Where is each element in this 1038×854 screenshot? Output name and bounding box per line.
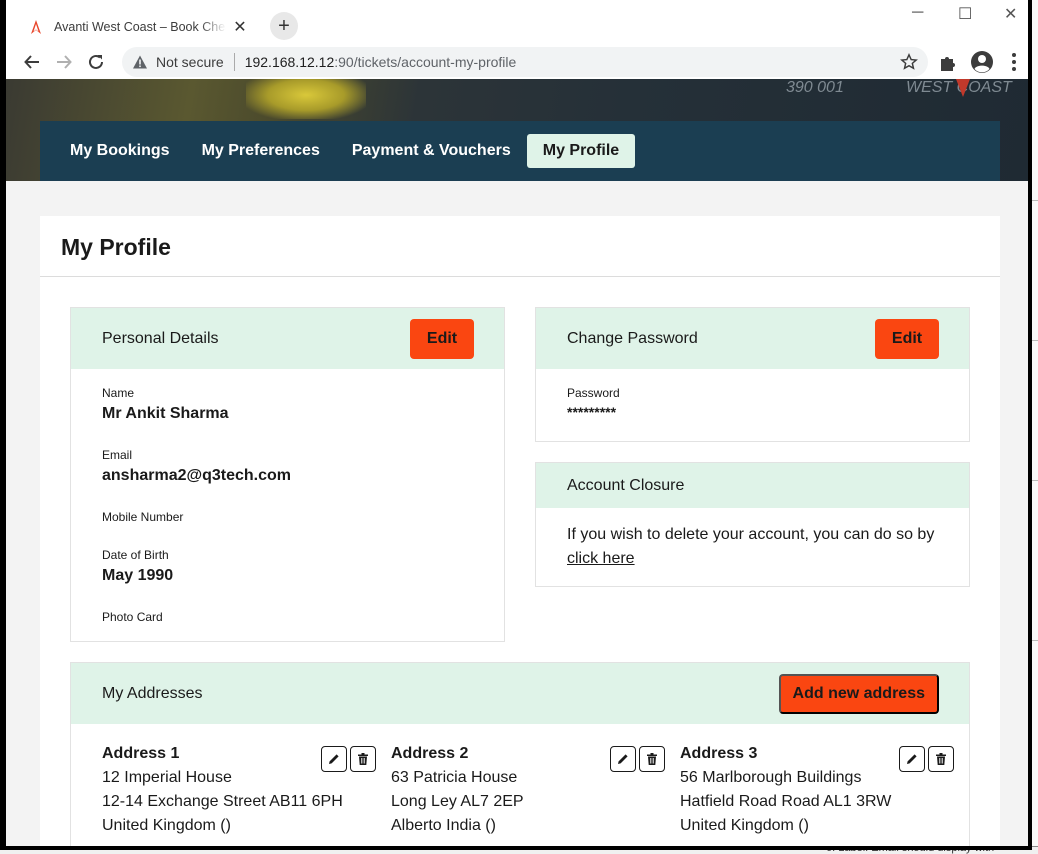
delete-address-1-button[interactable] bbox=[350, 746, 376, 772]
personal-details-card: Personal Details Edit Name Mr Ankit Shar… bbox=[70, 307, 505, 642]
personal-details-header: Personal Details Edit bbox=[71, 308, 504, 369]
tab-strip: Avanti West Coast – Book Cheap Train Tic… bbox=[6, 0, 1028, 45]
account-closure-body: If you wish to delete your account, you … bbox=[536, 508, 969, 588]
address-line-2: Long Ley AL7 2EP bbox=[391, 793, 524, 810]
reload-button[interactable] bbox=[80, 46, 112, 78]
name-value: Mr Ankit Sharma bbox=[102, 405, 229, 422]
account-closure-card: Account Closure If you wish to delete yo… bbox=[535, 462, 970, 587]
delete-address-2-button[interactable] bbox=[639, 746, 665, 772]
address-line-2: 12-14 Exchange Street AB11 6PH bbox=[102, 793, 343, 810]
window-minimize-button[interactable]: ─ bbox=[912, 4, 923, 22]
address-line-3: United Kingdom () bbox=[102, 817, 231, 834]
browser-toolbar: Not secure 192.168.12.12:90/tickets/acco… bbox=[6, 45, 1028, 79]
password-label: Password bbox=[567, 386, 620, 400]
browser-window: Avanti West Coast – Book Cheap Train Tic… bbox=[0, 0, 1032, 850]
email-label: Email bbox=[102, 448, 133, 462]
nav-my-profile[interactable]: My Profile bbox=[526, 134, 636, 168]
change-password-card: Change Password Edit Password ********* bbox=[535, 307, 970, 442]
email-value: ansharma2@q3tech.com bbox=[102, 467, 292, 484]
password-value: ********* bbox=[567, 404, 617, 420]
window-close-button[interactable]: ✕ bbox=[1004, 4, 1017, 24]
url-separator bbox=[233, 53, 235, 71]
edit-personal-details-button[interactable]: Edit bbox=[410, 319, 474, 359]
add-new-address-button[interactable]: Add new address bbox=[778, 674, 939, 714]
url-path: :90/tickets/account-my-profile bbox=[334, 54, 517, 70]
warning-icon bbox=[133, 55, 147, 69]
trash-icon bbox=[647, 753, 657, 765]
my-addresses-header: My Addresses Add new address bbox=[71, 663, 969, 724]
personal-details-title: Personal Details bbox=[102, 329, 219, 347]
account-navbar: My Bookings My Preferences Payment & Vou… bbox=[40, 121, 1000, 181]
my-addresses-card: My Addresses Add new address Address 1 1… bbox=[70, 662, 970, 846]
hero-train-number: 390 001 bbox=[786, 79, 844, 96]
edit-address-3-button[interactable] bbox=[899, 746, 925, 772]
pencil-icon bbox=[329, 754, 339, 764]
mobile-number-label: Mobile Number bbox=[102, 510, 184, 524]
delete-address-3-button[interactable] bbox=[928, 746, 954, 772]
hero-logo-chevron-icon bbox=[956, 79, 970, 97]
address-line-2: Hatfield Road Road AL1 3RW bbox=[680, 793, 892, 810]
page-viewport: 390 001 WEST COAST My Bookings My Prefer… bbox=[6, 79, 1028, 846]
photo-card-label: Photo Card bbox=[102, 610, 163, 624]
account-closure-text: If you wish to delete your account, you … bbox=[567, 523, 947, 571]
background-doc-line bbox=[1032, 480, 1038, 492]
date-of-birth-value: May 1990 bbox=[102, 567, 174, 584]
url-host: 192.168.12.12 bbox=[244, 54, 335, 70]
pencil-icon bbox=[907, 754, 917, 764]
address-line-3: United Kingdom () bbox=[680, 817, 809, 834]
avanti-favicon-icon bbox=[31, 19, 41, 34]
background-doc-line bbox=[1032, 200, 1038, 212]
trash-icon bbox=[358, 753, 368, 765]
bookmark-star-icon[interactable] bbox=[900, 53, 918, 71]
back-arrow-icon bbox=[24, 55, 39, 69]
browser-menu-icon[interactable] bbox=[1004, 51, 1024, 73]
change-password-header: Change Password Edit bbox=[536, 308, 969, 369]
change-password-title: Change Password bbox=[567, 329, 698, 347]
edit-password-button[interactable]: Edit bbox=[875, 319, 939, 359]
profile-content-panel: My Profile Personal Details Edit Name Mr… bbox=[40, 216, 1000, 846]
background-doc-line bbox=[1032, 340, 1038, 352]
window-maximize-button[interactable]: ☐ bbox=[958, 4, 972, 24]
pencil-icon bbox=[618, 754, 628, 764]
edit-address-2-button[interactable] bbox=[610, 746, 636, 772]
profile-avatar-icon[interactable] bbox=[970, 50, 994, 74]
background-doc-line bbox=[1032, 640, 1038, 652]
my-addresses-title: My Addresses bbox=[102, 684, 203, 702]
nav-my-bookings[interactable]: My Bookings bbox=[54, 134, 186, 168]
reload-icon bbox=[89, 54, 103, 69]
delete-account-link[interactable]: click here bbox=[567, 550, 635, 567]
date-of-birth-label: Date of Birth bbox=[102, 548, 169, 562]
title-divider bbox=[40, 276, 1000, 277]
tab-close-icon[interactable]: ✕ bbox=[232, 17, 248, 37]
forward-button[interactable] bbox=[48, 46, 80, 78]
browser-tab[interactable]: Avanti West Coast – Book Cheap Train Tic… bbox=[18, 8, 264, 45]
new-tab-button[interactable]: + bbox=[270, 12, 298, 40]
trash-icon bbox=[936, 753, 946, 765]
hero-train-highlight bbox=[246, 79, 366, 119]
not-secure-label[interactable]: Not secure bbox=[156, 54, 224, 70]
back-button[interactable] bbox=[16, 46, 48, 78]
addresses-list: Address 1 12 Imperial House 12-14 Exchan… bbox=[71, 724, 969, 846]
edit-address-1-button[interactable] bbox=[321, 746, 347, 772]
account-closure-header: Account Closure bbox=[536, 463, 969, 508]
name-label: Name bbox=[102, 386, 135, 400]
tab-title: Avanti West Coast – Book Cheap Train Tic… bbox=[54, 19, 226, 34]
page-title: My Profile bbox=[61, 234, 171, 260]
account-closure-title: Account Closure bbox=[567, 476, 685, 494]
extensions-puzzle-icon[interactable] bbox=[938, 53, 958, 73]
nav-payment-vouchers[interactable]: Payment & Vouchers bbox=[336, 134, 527, 168]
address-line-3: Alberto India () bbox=[391, 817, 496, 834]
nav-my-preferences[interactable]: My Preferences bbox=[186, 134, 336, 168]
account-closure-message: If you wish to delete your account, you … bbox=[567, 526, 935, 543]
address-bar[interactable]: Not secure 192.168.12.12:90/tickets/acco… bbox=[122, 47, 928, 77]
forward-arrow-icon bbox=[57, 55, 72, 69]
